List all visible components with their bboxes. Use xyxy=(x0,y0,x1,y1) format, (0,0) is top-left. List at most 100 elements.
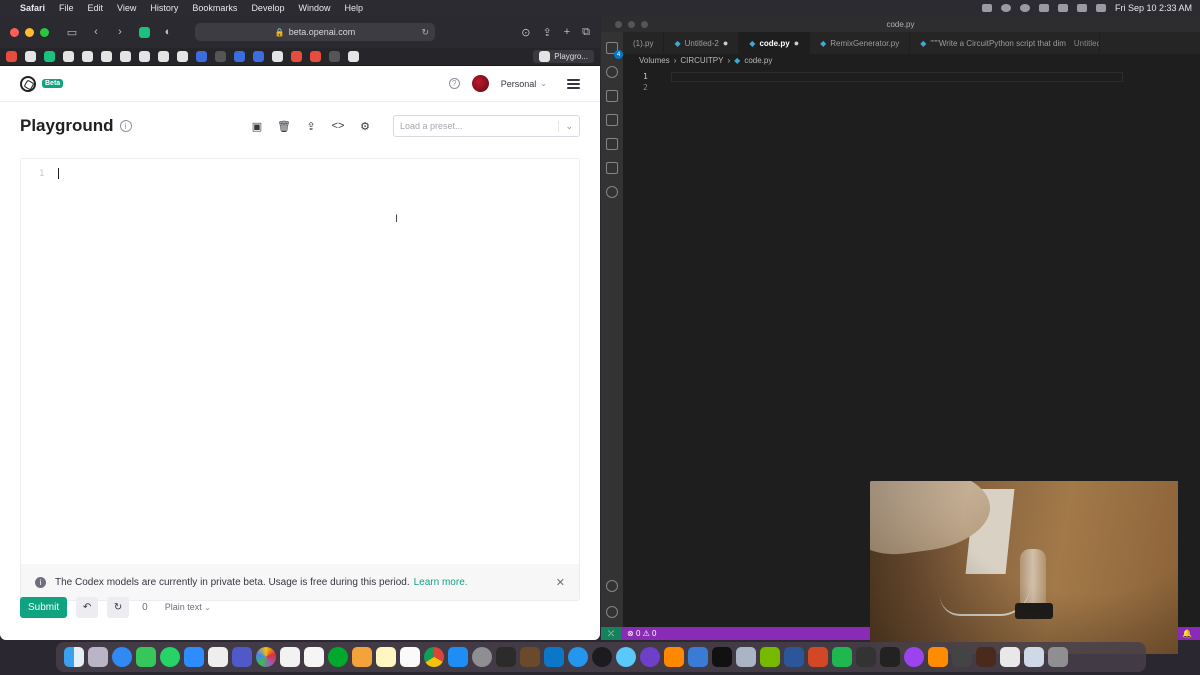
editor-tab[interactable]: ◆ Untitled-2 ● xyxy=(664,32,740,54)
app-store-icon[interactable] xyxy=(448,647,468,667)
favorite-icon[interactable] xyxy=(215,51,226,62)
modified-dot-icon[interactable]: ● xyxy=(794,38,799,48)
history-icon[interactable] xyxy=(329,51,340,62)
pages-icon[interactable] xyxy=(352,647,372,667)
menu-file[interactable]: File xyxy=(59,3,74,13)
teams-icon[interactable] xyxy=(232,647,252,667)
chrome-icon[interactable] xyxy=(424,647,444,667)
search-icon[interactable] xyxy=(606,66,618,78)
address-bar[interactable]: 🔒 beta.openai.com ↻ xyxy=(195,23,435,41)
favorite-icon[interactable] xyxy=(25,51,36,62)
github-icon[interactable] xyxy=(82,51,93,62)
notes-icon[interactable] xyxy=(376,647,396,667)
favorite-icon[interactable] xyxy=(253,51,264,62)
trash-icon[interactable]: 🗑 xyxy=(277,120,291,133)
save-icon[interactable]: ▣ xyxy=(251,120,263,133)
sidebar-toggle-icon[interactable]: ▭ xyxy=(65,25,79,39)
safari-icon[interactable] xyxy=(112,647,132,667)
info-icon[interactable]: i xyxy=(119,120,132,132)
vscode-icon[interactable] xyxy=(544,647,564,667)
screen-sharing-icon[interactable] xyxy=(736,647,756,667)
gear-icon[interactable]: ⚙ xyxy=(359,120,371,133)
calendar-icon[interactable] xyxy=(400,647,420,667)
system-preferences-icon[interactable] xyxy=(472,647,492,667)
creative-cloud-icon[interactable] xyxy=(1038,4,1049,12)
numbers-icon[interactable] xyxy=(832,647,852,667)
downloads-icon[interactable]: ⊙ xyxy=(521,26,530,39)
help-icon[interactable]: ? xyxy=(448,78,460,89)
messages-icon[interactable] xyxy=(136,647,156,667)
menu-view[interactable]: View xyxy=(117,3,136,13)
favorite-icon[interactable] xyxy=(139,51,150,62)
breadcrumb-item[interactable]: Volumes xyxy=(639,56,670,65)
source-control-icon[interactable] xyxy=(606,90,618,102)
gmail-icon[interactable] xyxy=(291,51,302,62)
notifications-bell-icon[interactable]: 🔔 xyxy=(1182,629,1192,638)
docker-icon[interactable] xyxy=(568,647,588,667)
code-icon[interactable]: <> xyxy=(332,120,345,132)
evernote-extension-icon[interactable] xyxy=(137,25,151,39)
menu-develop[interactable]: Develop xyxy=(251,3,284,13)
run-debug-icon[interactable] xyxy=(606,114,618,126)
github-icon[interactable] xyxy=(348,51,359,62)
window-thumbnail-icon[interactable] xyxy=(1000,647,1020,667)
photos-icon[interactable] xyxy=(256,647,276,667)
extensions-icon[interactable] xyxy=(606,162,618,174)
menu-edit[interactable]: Edit xyxy=(88,3,104,13)
undo-button[interactable]: ↶ xyxy=(76,596,99,618)
editor-tab[interactable]: ◆ RemixGenerator.py xyxy=(810,32,911,54)
r-app-icon[interactable] xyxy=(496,647,516,667)
github-icon[interactable] xyxy=(63,51,74,62)
regenerate-button[interactable]: ↻ xyxy=(107,596,130,618)
avatar[interactable] xyxy=(471,75,489,92)
submit-button[interactable]: Submit xyxy=(20,596,68,618)
zoom-icon[interactable] xyxy=(184,647,204,667)
reload-icon[interactable]: ↻ xyxy=(421,27,429,38)
menu-history[interactable]: History xyxy=(150,3,178,13)
modified-dot-icon[interactable]: ● xyxy=(723,38,728,48)
maps-icon[interactable] xyxy=(616,647,636,667)
whatsapp-icon[interactable] xyxy=(160,647,180,667)
vlc-icon[interactable] xyxy=(664,647,684,667)
close-icon[interactable]: ✕ xyxy=(556,576,565,589)
vnc-icon[interactable] xyxy=(688,647,708,667)
breadcrumb-item[interactable]: code.py xyxy=(744,56,772,65)
photo-thumbnail-icon[interactable] xyxy=(976,647,996,667)
close-window-button[interactable] xyxy=(10,27,19,37)
remote-explorer-icon[interactable] xyxy=(606,138,618,150)
editor-tab[interactable]: (1).py xyxy=(623,32,665,54)
favorite-icon[interactable] xyxy=(158,51,169,62)
piano-icon[interactable] xyxy=(952,647,972,667)
launchpad-icon[interactable] xyxy=(88,647,108,667)
code-editor-area[interactable] xyxy=(671,72,1123,82)
minimize-window-button[interactable] xyxy=(25,27,34,37)
breadcrumb-item[interactable]: CIRCUITPY xyxy=(680,56,723,65)
gear-icon[interactable] xyxy=(606,606,618,618)
podcasts-icon[interactable] xyxy=(904,647,924,667)
trash-icon[interactable] xyxy=(1048,647,1068,667)
powerpoint-icon[interactable] xyxy=(808,647,828,667)
google-icon[interactable] xyxy=(272,51,283,62)
learn-more-link[interactable]: Learn more. xyxy=(414,577,468,588)
forward-icon[interactable]: › xyxy=(113,25,127,39)
account-icon[interactable] xyxy=(606,580,618,592)
reminders-icon[interactable] xyxy=(280,647,300,667)
privacy-shield-icon[interactable]: ◐ xyxy=(161,25,175,39)
remote-indicator-icon[interactable]: ⤫ xyxy=(601,627,621,640)
problems-indicator[interactable]: ⊗ 0 ⚠ 0 xyxy=(627,629,656,638)
control-center-icon[interactable] xyxy=(1095,4,1106,12)
tab-overview-icon[interactable]: ⧉ xyxy=(582,26,590,39)
preset-select[interactable]: Load a preset... ⌄ xyxy=(393,115,580,137)
active-tab[interactable]: Playgro... xyxy=(533,50,594,63)
menu-icon[interactable] xyxy=(567,78,580,89)
fullscreen-window-button[interactable] xyxy=(40,27,49,37)
favorite-icon[interactable] xyxy=(234,51,245,62)
nvidia-icon[interactable] xyxy=(760,647,780,667)
share-icon[interactable]: ⇪ xyxy=(542,26,551,39)
clock-icon[interactable] xyxy=(592,647,612,667)
menu-window[interactable]: Window xyxy=(298,3,330,13)
terminal-icon[interactable] xyxy=(712,647,732,667)
editor-tab[interactable]: ◆ """Write a CircuitPython script that d… xyxy=(910,32,1101,54)
todo-icon[interactable] xyxy=(304,647,324,667)
menu-bookmarks[interactable]: Bookmarks xyxy=(192,3,237,13)
